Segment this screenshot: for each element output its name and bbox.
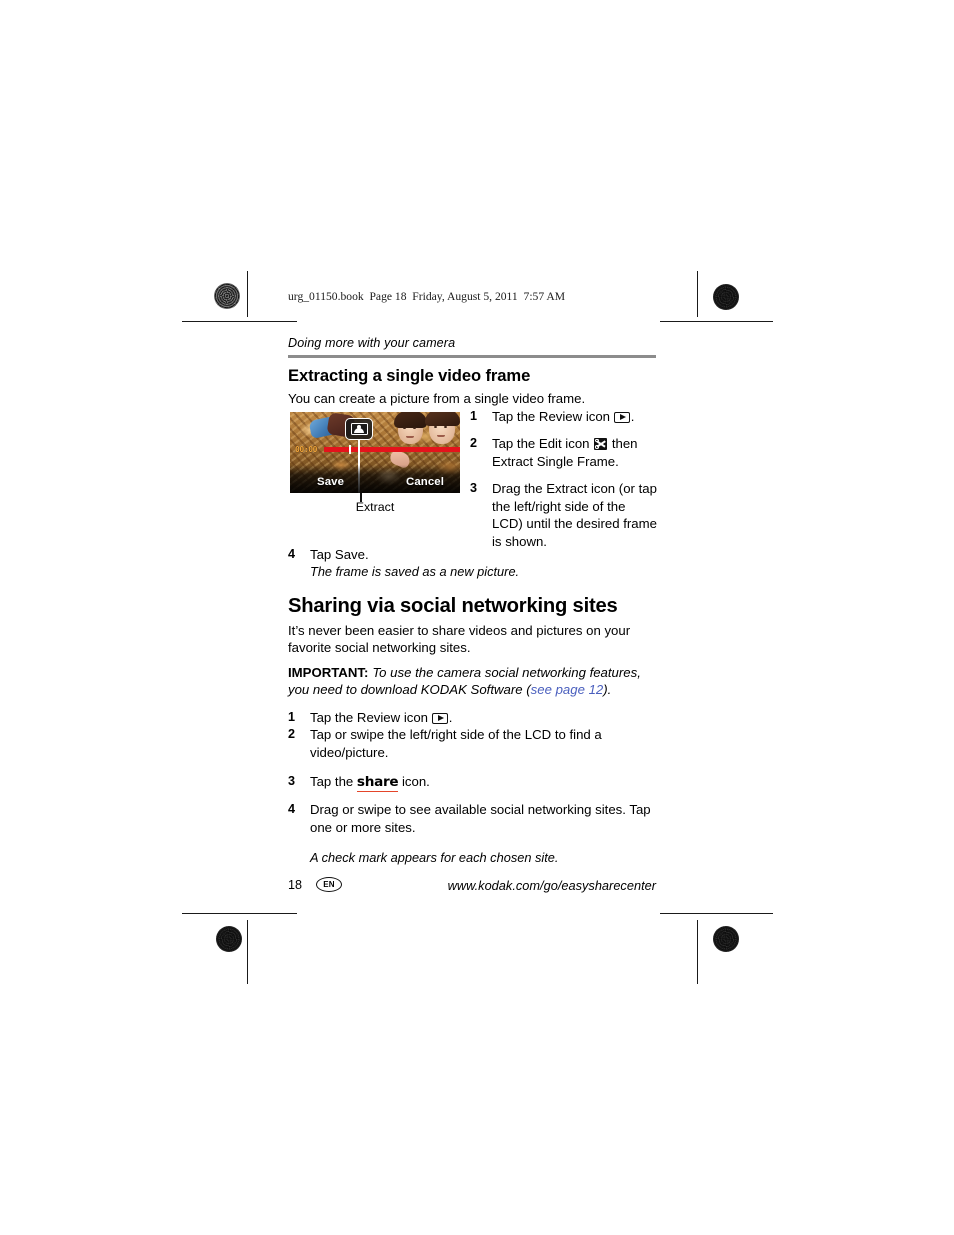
step-number: 2 (288, 727, 296, 742)
child-mouth-right (437, 434, 445, 438)
moire-target-top-left (214, 283, 240, 309)
edit-scissors-icon (594, 438, 608, 451)
figure-and-steps-row: 00:00 Save Cancel Extract 1 Tap the Revi… (288, 409, 657, 549)
child-hair-right (425, 411, 460, 426)
step-number: 4 (288, 802, 296, 817)
step-text-before: Tap the (310, 774, 357, 790)
registration-crosshair-top-left-outer (205, 315, 251, 361)
lcd-save-softkey[interactable]: Save (317, 476, 344, 488)
registration-crosshair-mid-left (205, 595, 251, 641)
video-timestamp: 00:00 (295, 444, 318, 454)
figure-caption-extract: Extract (355, 499, 395, 514)
step-text-after: icon. (398, 774, 430, 790)
step-number: 3 (288, 774, 296, 789)
step-text-before: Tap the Review icon (310, 709, 432, 725)
list-item: 1 Tap the Review icon . (470, 408, 658, 426)
running-header: Doing more with your camera (288, 336, 456, 350)
step-text-before: Tap the Review icon (492, 408, 614, 424)
step-number: 3 (470, 481, 478, 496)
section2-note: A check mark appears for each chosen sit… (310, 850, 559, 866)
review-icon (614, 411, 631, 423)
child-eye-left-2 (434, 425, 437, 429)
lcd-cancel-softkey[interactable]: Cancel (406, 476, 444, 488)
crop-line-top-right-vertical (697, 271, 699, 317)
step-number: 4 (288, 546, 296, 561)
registration-crosshair-bottom-left-outer (205, 870, 251, 916)
step-text-after: . (448, 709, 453, 725)
section1-steps-list: 1 Tap the Review icon . 2 Tap the Edit ico… (470, 408, 658, 561)
crop-line-top-left-vertical (247, 271, 249, 317)
see-page-12-link[interactable]: see page 12 (531, 682, 604, 697)
list-item: 1 Tap the Review icon . (288, 709, 656, 727)
step-number: 2 (470, 436, 478, 451)
registration-crosshair-bottom-right-outer (706, 870, 752, 916)
registration-crosshair-bottom-center (455, 916, 501, 962)
child-eye-right-2 (444, 425, 447, 429)
child-hair-left (394, 411, 427, 428)
child-face-right (425, 411, 460, 444)
moire-target-top-right (713, 284, 739, 310)
step-text-before: Drag or swipe to see available social ne… (310, 802, 651, 835)
list-item: 2 Tap or swipe the left/right side of the… (288, 726, 656, 761)
list-item: 3 Tap the share icon. (288, 773, 656, 792)
review-icon (432, 712, 449, 724)
child-face-left (394, 411, 427, 444)
section1-intro: You can create a picture from a single v… (288, 391, 586, 407)
moire-target-bottom-left (216, 926, 242, 952)
step-number: 1 (470, 408, 478, 423)
section-heading-extracting: Extracting a single video frame (288, 366, 531, 386)
registration-crosshair-top-right-outer (706, 315, 752, 361)
timeline-playhead[interactable] (349, 444, 351, 454)
section-heading-sharing: Sharing via social networking sites (288, 595, 618, 618)
crop-line-bottom-right-horizontal (660, 913, 773, 915)
list-item: 2 Tap the Edit icon then Extract Single F… (470, 435, 658, 470)
crop-line-bottom-left-vertical (247, 920, 249, 984)
step-text-after: . (630, 408, 635, 424)
registration-crosshair-mid-right (708, 595, 754, 641)
lcd-figure: 00:00 Save Cancel Extract (290, 411, 460, 514)
steps-ordered-list-2: 1 Tap the Review icon . 2 Tap or swipe the… (288, 709, 656, 837)
page-footer: 18 EN www.kodak.com/go/easysharecenter (288, 876, 656, 896)
section2-intro: It’s never been easier to share videos a… (288, 623, 631, 655)
step-text-before: Tap or swipe the left/right side of the … (310, 727, 602, 760)
share-icon: share (356, 774, 399, 792)
header-divider-rule (288, 355, 656, 359)
extract-frame-icon-glyph (350, 422, 368, 435)
camera-lcd-screenshot: 00:00 Save Cancel (290, 411, 460, 493)
step-number: 1 (288, 709, 296, 724)
child-mouth-left (406, 435, 414, 439)
video-timeline-bar[interactable] (324, 446, 460, 452)
step-note: The frame is saved as a new picture. (310, 564, 520, 580)
crop-line-bottom-right-vertical (697, 920, 699, 984)
list-item: 4 Tap Save. The frame is saved as a new p… (288, 546, 656, 581)
page-number: 18 (288, 878, 303, 892)
crop-line-bottom-left-horizontal (182, 913, 297, 915)
step-text-before: Drag the Extract icon (or tap the left/r… (492, 481, 657, 549)
moire-target-bottom-right (713, 926, 739, 952)
section2-important: IMPORTANT: To use the camera social netwo… (288, 664, 656, 698)
page-content: Doing more with your camera Extracting a… (288, 336, 657, 867)
footer-url: www.kodak.com/go/easysharecenter (447, 878, 656, 893)
step-text-before: Tap the Edit icon (492, 436, 594, 452)
important-label: IMPORTANT: (288, 665, 369, 681)
registration-crosshair-bottom-left-inner (250, 916, 296, 962)
important-text-after: ). (603, 682, 612, 698)
language-badge: EN (316, 877, 342, 892)
list-item: 3 Drag the Extract icon (or tap the left/… (470, 480, 658, 550)
extract-frame-icon[interactable] (345, 417, 373, 440)
page-sheet: urg_01150.book Page 18 Friday, August 5,… (0, 0, 954, 1235)
file-slug-line: urg_01150.book Page 18 Friday, August 5,… (288, 290, 566, 303)
step-text: Tap Save. (310, 546, 369, 562)
steps-ordered-list-1-continued: 4 Tap Save. The frame is saved as a new p… (288, 546, 656, 581)
steps-ordered-list-1: 1 Tap the Review icon . 2 Tap the Edit ico… (470, 408, 658, 551)
child-eye-right (413, 426, 416, 430)
list-item: 4 Drag or swipe to see available social n… (288, 801, 656, 836)
child-eye-left (403, 426, 406, 430)
